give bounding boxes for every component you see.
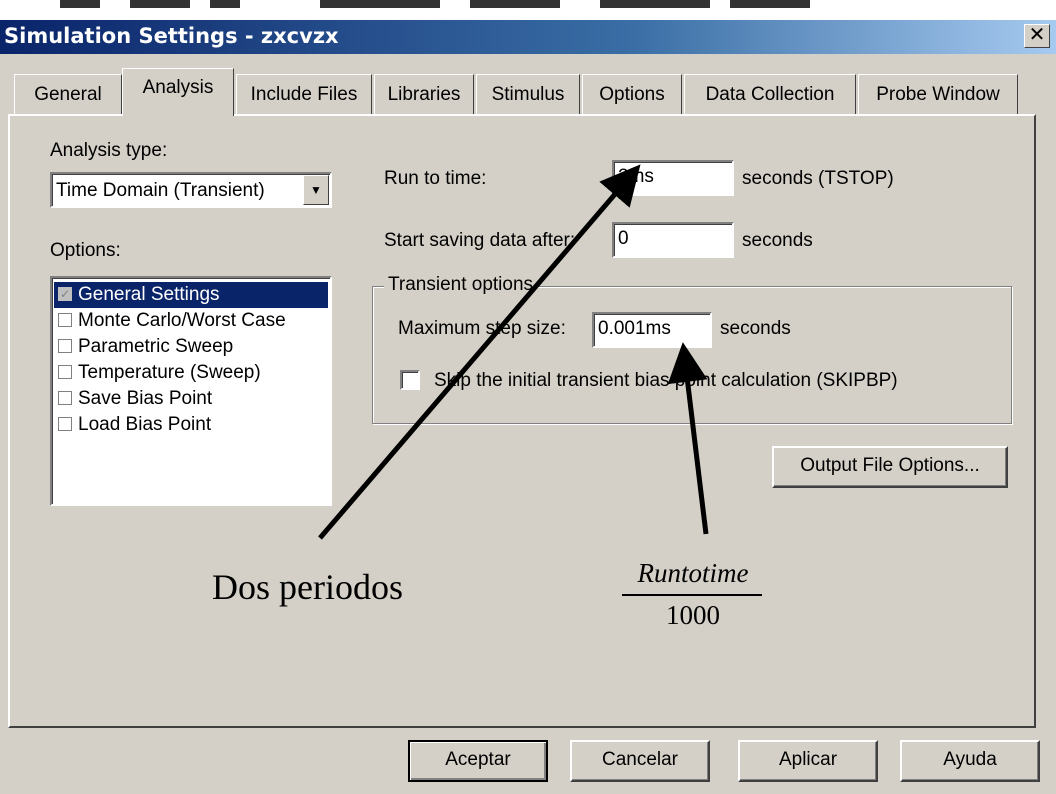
arrow-to-max-step [667,342,709,535]
annotation-arrows [318,164,709,540]
arrow-to-run-to-time [318,164,641,540]
